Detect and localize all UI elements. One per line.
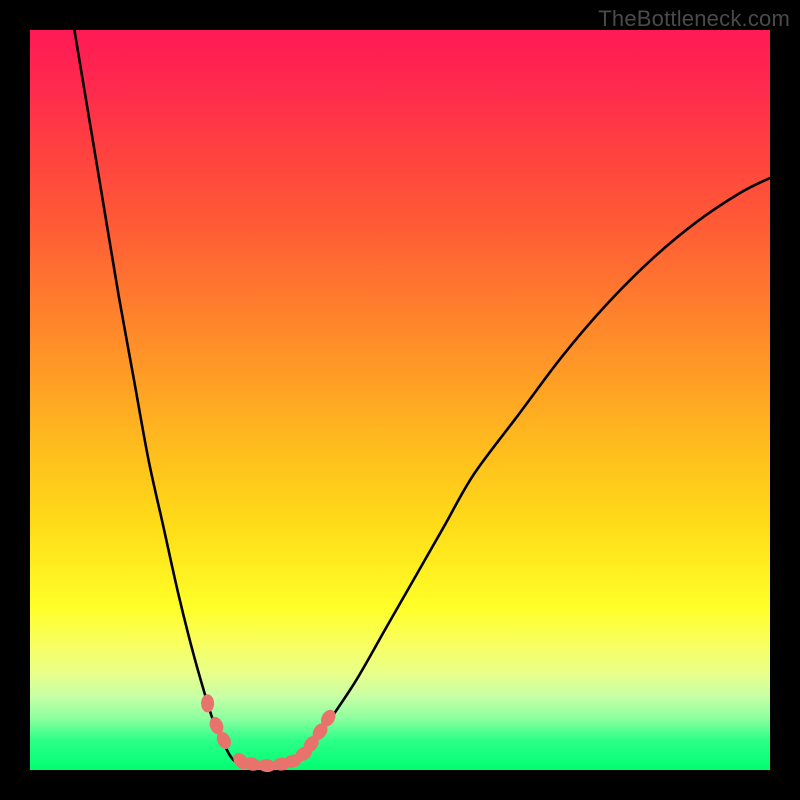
curve-svg — [30, 30, 770, 770]
plot-area — [30, 30, 770, 770]
bead-marker — [201, 694, 214, 712]
watermark-text: TheBottleneck.com — [598, 6, 790, 32]
bead-group — [201, 694, 338, 773]
bottleneck-curve — [74, 30, 770, 767]
chart-frame: TheBottleneck.com — [0, 0, 800, 800]
